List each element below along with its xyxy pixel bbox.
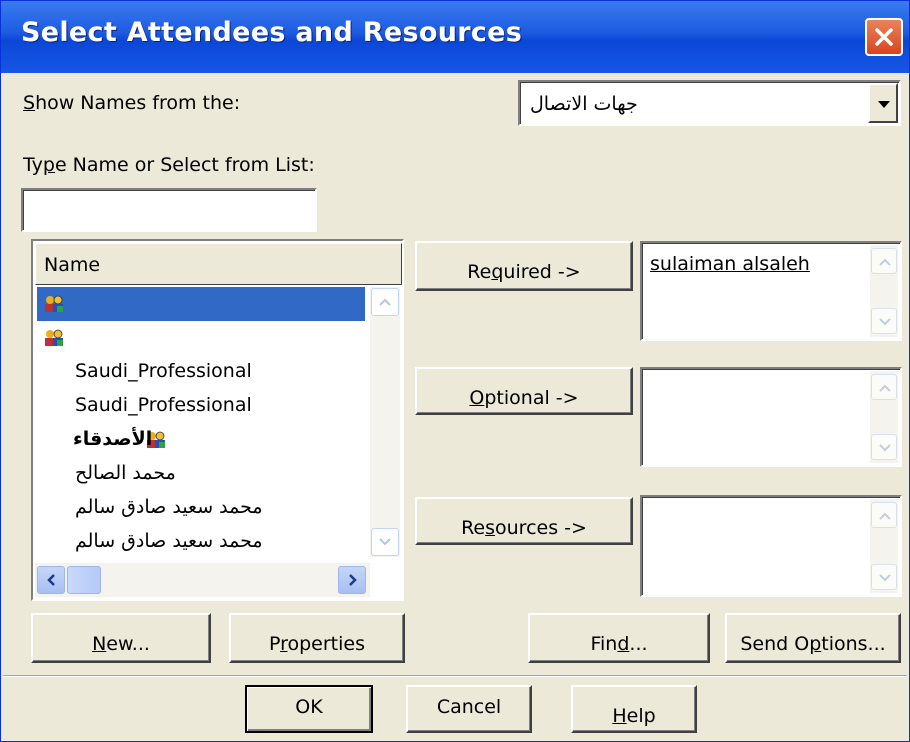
- close-icon: [875, 28, 893, 46]
- dialog-window: Select Attendees and Resources Show Name…: [0, 0, 910, 742]
- chevron-down-icon: [379, 538, 391, 546]
- chevron-up-icon: [879, 512, 891, 520]
- show-names-label: Show Names from the:: [23, 92, 241, 114]
- send-options-button[interactable]: Send Options...: [725, 613, 901, 663]
- attendee-name[interactable]: sulaiman alsaleh: [650, 253, 810, 275]
- find-button[interactable]: Find...: [528, 613, 710, 663]
- scroll-down-button[interactable]: [871, 308, 897, 334]
- list-item[interactable]: [37, 321, 365, 355]
- chevron-down-icon: [879, 444, 891, 452]
- vertical-scrollbar[interactable]: [370, 287, 400, 557]
- help-button[interactable]: Help: [571, 685, 697, 733]
- scroll-down-button[interactable]: [871, 434, 897, 460]
- required-button[interactable]: Required ->: [415, 241, 633, 291]
- ok-button[interactable]: OK: [245, 685, 373, 733]
- close-button[interactable]: [865, 18, 903, 56]
- optional-button[interactable]: Optional ->: [415, 367, 633, 415]
- scroll-up-button[interactable]: [871, 374, 897, 400]
- distribution-list-icon: [43, 294, 67, 318]
- chevron-down-icon: [879, 318, 891, 326]
- chevron-up-icon: [879, 384, 891, 392]
- list-item[interactable]: Saudi_Professional: [37, 389, 365, 423]
- vertical-scrollbar[interactable]: [870, 371, 898, 463]
- resources-field[interactable]: [640, 495, 902, 597]
- chevron-right-icon: [349, 574, 357, 586]
- title-bar[interactable]: Select Attendees and Resources: [1, 1, 909, 73]
- chevron-up-icon: [879, 258, 891, 266]
- chevron-up-icon: [379, 298, 391, 306]
- type-name-input[interactable]: [21, 188, 317, 232]
- scroll-down-button[interactable]: [871, 564, 897, 590]
- scroll-right-button[interactable]: [338, 566, 366, 594]
- scroll-up-button[interactable]: [871, 248, 897, 274]
- list-item[interactable]: [37, 287, 365, 321]
- address-book-selected: جهات الاتصال: [530, 93, 638, 115]
- cancel-button[interactable]: Cancel: [406, 685, 532, 733]
- optional-attendees-field[interactable]: [640, 367, 902, 467]
- scroll-up-button[interactable]: [871, 502, 897, 528]
- list-item[interactable]: الأصدقاء: [37, 423, 365, 457]
- chevron-down-icon: [879, 574, 891, 582]
- scroll-thumb[interactable]: [67, 566, 101, 594]
- scroll-left-button[interactable]: [37, 566, 65, 594]
- horizontal-scrollbar[interactable]: [35, 563, 370, 597]
- list-item[interactable]: محمد سعيد صادق سالم: [37, 525, 365, 559]
- type-name-label: Type Name or Select from List:: [23, 154, 315, 176]
- list-item[interactable]: Saudi_Professional: [37, 355, 365, 389]
- list-item[interactable]: محمد الصالح: [37, 457, 365, 491]
- new-button[interactable]: New...: [31, 613, 211, 663]
- dropdown-button[interactable]: [868, 83, 898, 123]
- properties-button[interactable]: Properties: [229, 613, 405, 663]
- scroll-up-button[interactable]: [371, 288, 399, 316]
- separator: [3, 675, 907, 677]
- chevron-down-icon: [878, 101, 890, 108]
- address-book-dropdown[interactable]: جهات الاتصال: [518, 80, 901, 126]
- scroll-down-button[interactable]: [371, 528, 399, 556]
- required-attendees-field[interactable]: sulaiman alsaleh: [640, 241, 902, 341]
- resources-button[interactable]: Resources ->: [415, 497, 633, 545]
- name-column-header[interactable]: Name: [35, 243, 402, 285]
- chevron-left-icon: [47, 574, 55, 586]
- vertical-scrollbar[interactable]: [870, 499, 898, 593]
- list-item[interactable]: محمد سعيد صادق سالم: [37, 491, 365, 525]
- dialog-title: Select Attendees and Resources: [21, 17, 523, 48]
- distribution-list-icon: [43, 328, 67, 352]
- vertical-scrollbar[interactable]: [870, 245, 898, 337]
- name-list[interactable]: Name Saudi_Professional Saudi_Profession…: [31, 239, 404, 601]
